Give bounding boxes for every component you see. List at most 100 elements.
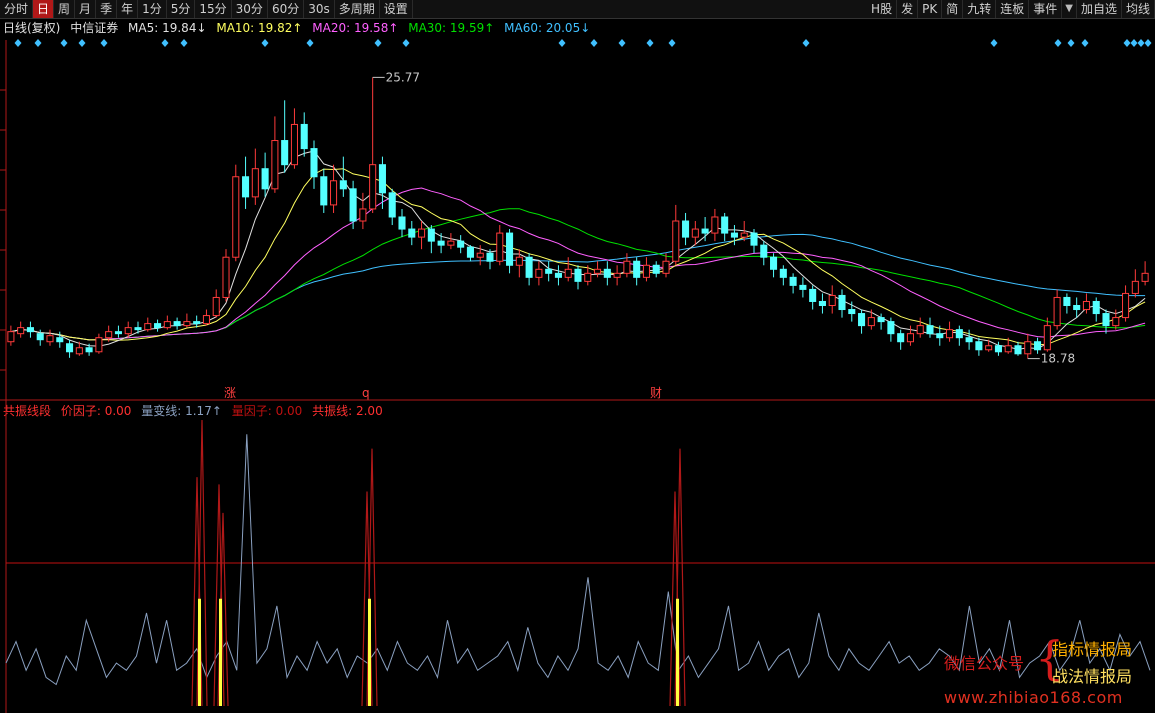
candle-body — [418, 228, 426, 238]
candle-body — [154, 323, 162, 329]
kline-chart[interactable]: 25.77 18.78 涨 q 财 — [0, 0, 1155, 713]
candle-body — [1073, 305, 1081, 311]
candle-body — [1043, 325, 1051, 351]
candle-body — [887, 321, 895, 335]
candle-body — [232, 176, 240, 258]
candle-body — [858, 313, 866, 327]
candle-body — [1014, 345, 1022, 355]
candle-body — [818, 300, 826, 307]
candle-body — [740, 232, 748, 238]
candle-body — [437, 240, 445, 246]
candle-body — [378, 164, 386, 194]
candle-body — [1053, 296, 1061, 327]
diamond-marker — [78, 39, 86, 47]
low-price-label: 18.78 — [1041, 352, 1075, 366]
candle-body — [457, 240, 465, 248]
candle-body — [574, 268, 582, 282]
candle-body — [339, 180, 347, 190]
diamond-marker — [34, 39, 42, 47]
candle-body — [535, 268, 543, 278]
candle-body — [779, 268, 787, 278]
candle-body — [1024, 341, 1032, 355]
diamond-marker — [374, 39, 382, 47]
candle-body — [251, 168, 259, 198]
event-marker-1: q — [362, 386, 370, 400]
diamond-marker — [618, 39, 626, 47]
candle-body — [1112, 317, 1120, 327]
candle-body — [1004, 345, 1012, 353]
candle-body — [770, 256, 778, 270]
candle-body — [466, 246, 474, 258]
candle-body — [105, 331, 113, 339]
candle-body — [711, 216, 719, 234]
candle-body — [506, 232, 514, 266]
candle-body — [17, 327, 25, 335]
resonance-bar — [368, 598, 371, 706]
resonance-bar — [219, 598, 222, 706]
candle-body — [349, 188, 357, 222]
candle-body — [730, 232, 738, 238]
candle-body — [633, 260, 641, 278]
candle-body — [95, 337, 103, 353]
candle-body — [369, 164, 377, 210]
diamond-marker — [14, 39, 22, 47]
candle-body — [173, 321, 181, 327]
candle-body — [330, 180, 338, 206]
candle-body — [603, 268, 611, 278]
candle-body — [955, 329, 963, 339]
candle-body — [525, 256, 533, 278]
candle-body — [163, 321, 171, 329]
candle-body — [975, 341, 983, 351]
candle-body — [662, 260, 670, 274]
candle-body — [261, 168, 269, 190]
diamond-marker — [180, 39, 188, 47]
candle-body — [408, 228, 416, 238]
candle-body — [1102, 313, 1110, 327]
diamond-marker — [1144, 39, 1152, 47]
candle-body — [46, 335, 54, 343]
candle-body — [124, 327, 132, 335]
candle-body — [799, 284, 807, 290]
diamond-marker — [990, 39, 998, 47]
candle-body — [281, 140, 289, 166]
ma20-line — [10, 187, 1146, 341]
ma10-line — [10, 168, 1146, 346]
candle-body — [515, 256, 523, 266]
candle-body — [26, 327, 34, 333]
candle-body — [398, 216, 406, 230]
watermark-wechat: 微信公众号 — [944, 654, 1025, 673]
candle-body — [554, 272, 562, 278]
candle-body — [1092, 300, 1100, 315]
candle-body — [1122, 292, 1130, 319]
candle-body — [134, 327, 142, 331]
candle-body — [183, 321, 191, 327]
candle-body — [672, 220, 680, 262]
diamond-marker — [802, 39, 810, 47]
candle-body — [310, 148, 318, 178]
candle-body — [789, 276, 797, 286]
candle-body — [828, 294, 836, 307]
candle-body — [760, 244, 768, 258]
candle-body — [906, 333, 914, 343]
diamond-marker — [306, 39, 314, 47]
diamond-marker — [668, 39, 676, 47]
candle-body — [320, 176, 328, 206]
diamond-marker — [402, 39, 410, 47]
candle-body — [809, 288, 817, 302]
candle-body — [613, 272, 621, 278]
candle-body — [36, 333, 44, 341]
candle-body — [202, 315, 210, 325]
candle-body — [682, 220, 690, 238]
diamond-marker — [1123, 39, 1131, 47]
watermark-line2: 战法情报局 — [1052, 667, 1133, 686]
candle-body — [56, 337, 64, 343]
candle-body — [652, 264, 660, 274]
candle-body — [994, 345, 1002, 353]
watermark-url: www.zhibiao168.com — [944, 688, 1123, 707]
candle-body — [584, 272, 592, 282]
candle-body — [359, 208, 367, 222]
candle-body — [946, 329, 954, 339]
candle-body — [1141, 272, 1149, 282]
candle-body — [691, 228, 699, 238]
candle-body — [7, 331, 15, 343]
